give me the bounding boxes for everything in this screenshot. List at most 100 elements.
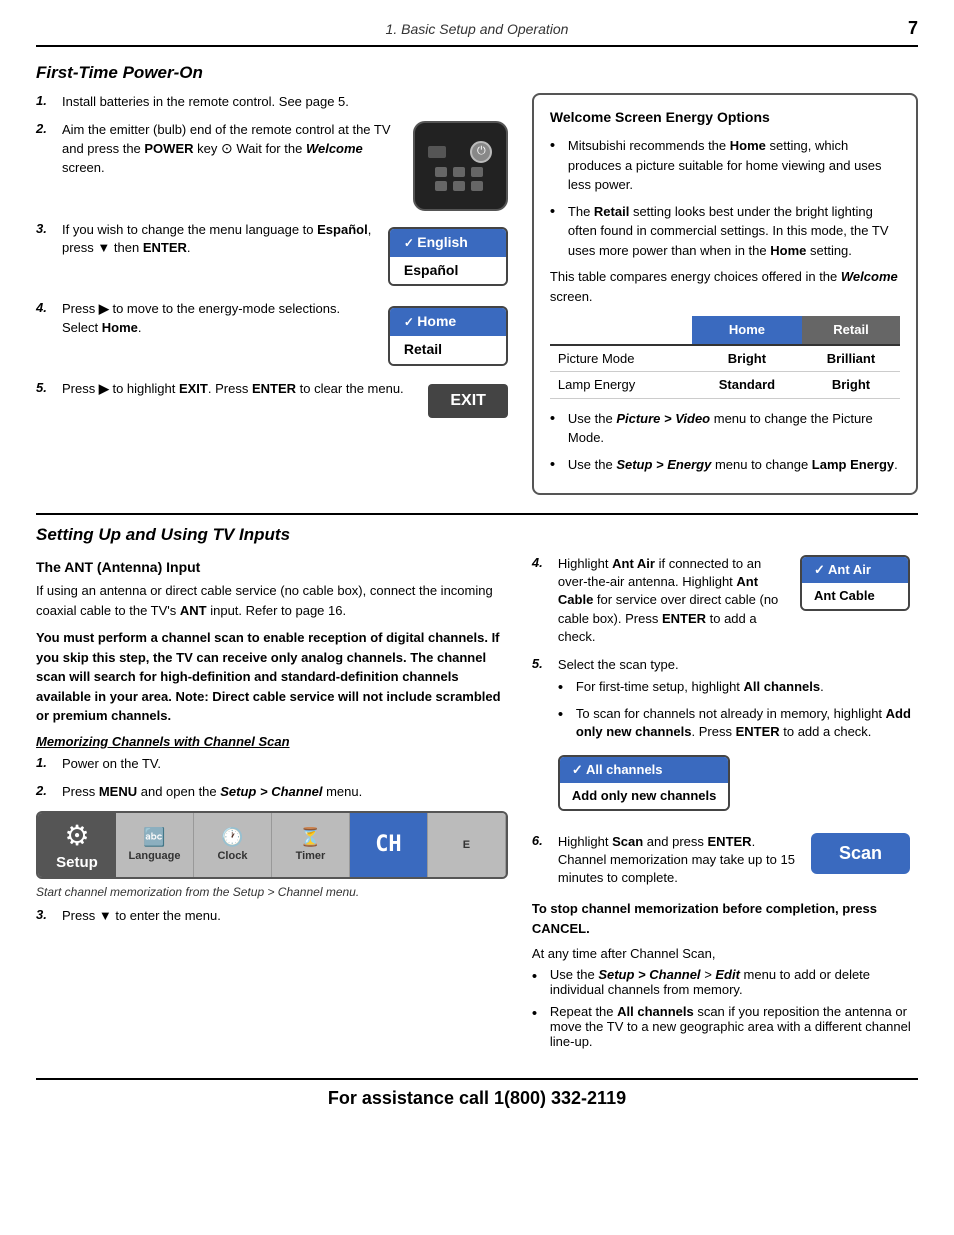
new-channels-item: Add only new channels <box>560 783 728 809</box>
section1-left: 1. Install batteries in the remote contr… <box>36 93 508 495</box>
step-5-num: 5. <box>36 380 54 395</box>
mode-menu: Home Retail <box>388 306 508 365</box>
step-4: 4. Home Retail Press ▶ to move to the en… <box>36 300 508 369</box>
tab-language-label: Language <box>129 850 181 862</box>
section2-title: Setting Up and Using TV Inputs <box>36 525 918 545</box>
scan-bullet-1-text: For first-time setup, highlight All chan… <box>576 678 824 696</box>
bullet-icon: • <box>550 455 562 475</box>
ant-step-3: 3. Press ▼ to enter the menu. <box>36 907 508 925</box>
remote-dot <box>435 181 447 191</box>
table-row: Lamp Energy Standard Bright <box>550 372 900 399</box>
remote-dot <box>471 167 483 177</box>
after-scan-bullet-2: • Repeat the All channels scan if you re… <box>532 1004 918 1049</box>
page-number: 7 <box>888 18 918 39</box>
remote-dots <box>435 167 485 191</box>
step-3-content: English Español If you wish to change th… <box>62 221 508 290</box>
step-3: 3. English Español If you wish to change… <box>36 221 508 290</box>
ant-right-step-6-num: 6. <box>532 833 550 848</box>
section1-content: 1. Install batteries in the remote contr… <box>36 93 918 495</box>
language-menu: English Español <box>388 227 508 286</box>
setup-tabs: 🔤 Language 🕐 Clock ⏳ Timer CH <box>116 813 506 877</box>
setup-menu-caption: Start channel memorization from the Setu… <box>36 885 508 899</box>
bullet-icon: • <box>550 136 562 156</box>
header-title: 1. Basic Setup and Operation <box>66 21 888 37</box>
power-button-icon: ⏻ <box>470 141 492 163</box>
ant-right-step-6-content: Scan Highlight Scan and press ENTER. Cha… <box>558 833 910 888</box>
table-header-empty <box>550 316 692 345</box>
welcome-footer-bullet-2: • Use the Setup > Energy menu to change … <box>550 455 900 475</box>
after-scan-text: At any time after Channel Scan, <box>532 946 918 961</box>
table-cell-home-lamp: Standard <box>692 372 802 399</box>
step-2-content: ⏻ Aim the emitter (bulb) end <box>62 121 508 211</box>
bullet-icon: • <box>558 705 570 725</box>
after-scan-bullet-1: • Use the Setup > Channel > Edit menu to… <box>532 967 918 997</box>
section-tv-inputs: Setting Up and Using TV Inputs The ANT (… <box>36 525 918 1056</box>
retail-menu-item: Retail <box>390 336 506 364</box>
compare-text: This table compares energy choices offer… <box>550 267 900 306</box>
ant-step-2-num: 2. <box>36 783 54 798</box>
ant-right-step-5-num: 5. <box>532 656 550 671</box>
ant-step-1-content: Power on the TV. <box>62 755 508 773</box>
step-1-content: Install batteries in the remote control.… <box>62 93 508 111</box>
ant-step-1: 1. Power on the TV. <box>36 755 508 773</box>
remote-dot <box>453 181 465 191</box>
gear-icon: ⚙ <box>64 819 89 852</box>
page-footer: For assistance call 1(800) 332-2119 <box>36 1078 918 1109</box>
step-1: 1. Install batteries in the remote contr… <box>36 93 508 111</box>
setup-label: Setup <box>56 854 98 871</box>
section1-title: First-Time Power-On <box>36 63 918 83</box>
english-menu-item: English <box>390 229 506 257</box>
bullet-icon: • <box>558 678 570 698</box>
ant-subsection-title: The ANT (Antenna) Input <box>36 559 508 575</box>
energy-table: Home Retail Picture Mode Bright Brillian… <box>550 316 900 399</box>
ant-step-2-content: Press MENU and open the Setup > Channel … <box>62 783 508 801</box>
all-channels-item: All channels <box>560 757 728 783</box>
after-scan-bullet-1-text: Use the Setup > Channel > Edit menu to a… <box>550 967 918 997</box>
home-menu-item: Home <box>390 308 506 336</box>
page-header: 1. Basic Setup and Operation 7 <box>36 18 918 47</box>
setup-tab-extra: E <box>428 813 506 877</box>
ant-right-step-5: 5. Select the scan type. • For first-tim… <box>532 656 918 823</box>
ant-right-step-4-num: 4. <box>532 555 550 570</box>
stop-text: To stop channel memorization before comp… <box>532 899 918 938</box>
scan-bullet-2: • To scan for channels not already in me… <box>558 705 918 741</box>
ant-step-3-num: 3. <box>36 907 54 922</box>
section1-right: Welcome Screen Energy Options • Mitsubis… <box>532 93 918 495</box>
table-header-retail: Retail <box>802 316 900 345</box>
ant-step-2: 2. Press MENU and open the Setup > Chann… <box>36 783 508 801</box>
section2-content: The ANT (Antenna) Input If using an ante… <box>36 555 918 1056</box>
after-scan-bullet-2-text: Repeat the All channels scan if you repo… <box>550 1004 918 1049</box>
setup-tab-clock: 🕐 Clock <box>194 813 272 877</box>
scan-bullet-1: • For first-time setup, highlight All ch… <box>558 678 918 698</box>
ant-step-1-num: 1. <box>36 755 54 770</box>
ant-right-step-4: 4. Ant Air Ant Cable Highlight Ant Air i… <box>532 555 918 646</box>
channel-tab-icon: CH <box>375 832 402 857</box>
step-5-content: EXIT Press ▶ to highlight EXIT. Press EN… <box>62 380 508 418</box>
table-row: Picture Mode Bright Brilliant <box>550 345 900 372</box>
remote-image: ⏻ <box>413 121 508 211</box>
welcome-footer-bullet-1: • Use the Picture > Video menu to change… <box>550 409 900 448</box>
ant-cable-item: Ant Cable <box>802 583 908 609</box>
exit-button: EXIT <box>428 384 508 418</box>
ant-warning: You must perform a channel scan to enabl… <box>36 628 508 726</box>
step-1-num: 1. <box>36 93 54 108</box>
step-5: 5. EXIT Press ▶ to highlight EXIT. Press… <box>36 380 508 418</box>
bullet-icon: • <box>532 1004 544 1024</box>
remote-dot <box>435 167 447 177</box>
step-2: 2. ⏻ <box>36 121 508 211</box>
step-3-num: 3. <box>36 221 54 236</box>
tab-timer-label: Timer <box>296 850 326 862</box>
scan-button[interactable]: Scan <box>811 833 910 874</box>
welcome-box-title: Welcome Screen Energy Options <box>550 107 900 128</box>
channels-menu: All channels Add only new channels <box>558 755 730 811</box>
espanol-menu-item: Español <box>390 257 506 285</box>
remote-dot <box>453 167 465 177</box>
language-tab-icon: 🔤 <box>143 827 165 848</box>
table-cell-retail-lamp: Bright <box>802 372 900 399</box>
memorizing-title: Memorizing Channels with Channel Scan <box>36 734 508 749</box>
setup-tab-language: 🔤 Language <box>116 813 194 877</box>
remote-dot <box>471 181 483 191</box>
setup-tab-channel[interactable]: CH <box>350 813 428 877</box>
setup-icon-area: ⚙ Setup <box>38 813 116 877</box>
setup-tab-timer: ⏳ Timer <box>272 813 350 877</box>
